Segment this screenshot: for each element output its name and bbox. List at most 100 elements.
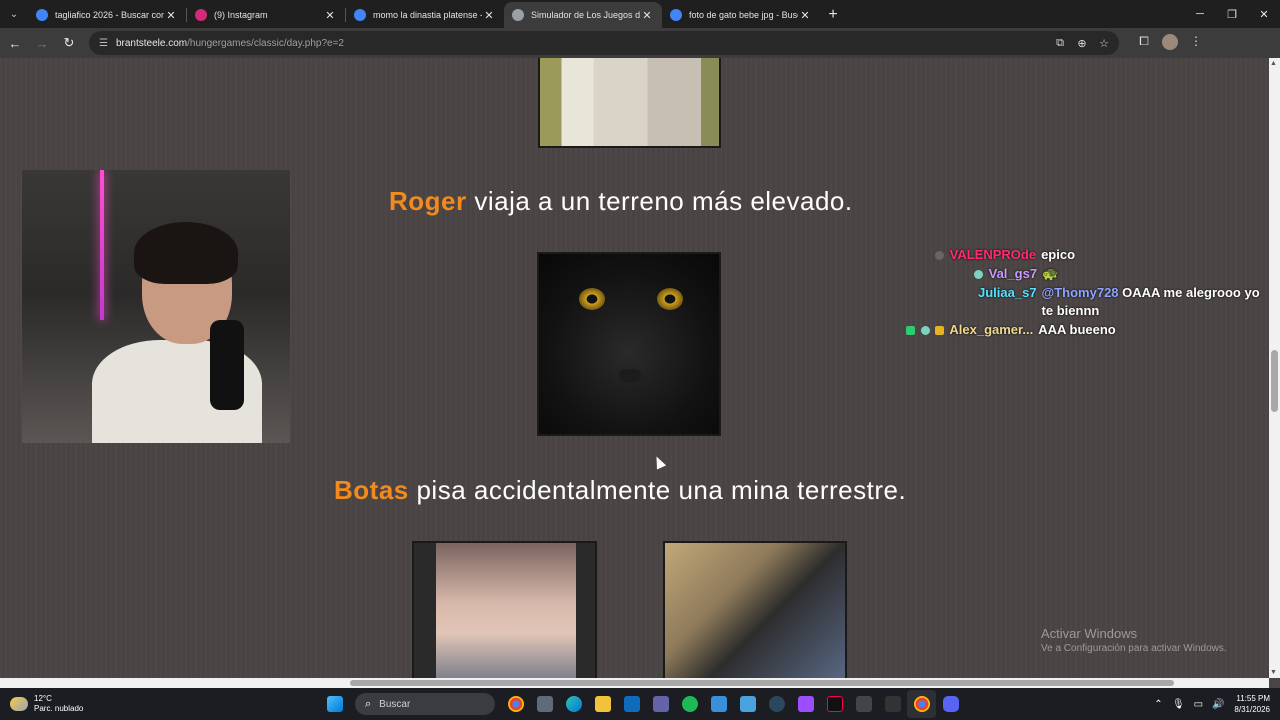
scroll-up-icon[interactable]: ▲: [1270, 60, 1277, 67]
app-icon: [855, 696, 872, 712]
scrollbar-thumb[interactable]: [1271, 350, 1278, 412]
translate-icon[interactable]: ⧉: [1049, 37, 1071, 50]
site-info-icon[interactable]: ☰: [99, 38, 108, 49]
discord-taskbar-icon[interactable]: [936, 690, 965, 718]
spotify-taskbar-icon[interactable]: [675, 690, 704, 718]
tab-4[interactable]: foto de gato bebe jpg - Buscar ✕: [662, 2, 820, 28]
close-tab-icon[interactable]: ✕: [482, 9, 496, 22]
scroll-down-icon[interactable]: ▼: [1270, 669, 1277, 676]
close-tab-icon[interactable]: ✕: [640, 9, 654, 22]
tiktok-icon: [826, 696, 843, 712]
notes-taskbar-icon[interactable]: [733, 690, 762, 718]
turtle-emote-icon: 🐢: [1042, 266, 1059, 281]
microphone: [210, 320, 244, 410]
photos-taskbar-icon[interactable]: [704, 690, 733, 718]
profile-avatar[interactable]: [1157, 33, 1183, 53]
restore-icon[interactable]: ❐: [1216, 0, 1248, 28]
event-text: viaja a un terreno más elevado.: [466, 186, 853, 216]
google-favicon-icon: [670, 9, 682, 21]
teams-taskbar-icon[interactable]: [646, 690, 675, 718]
tab-search-icon[interactable]: ⌄: [0, 0, 28, 28]
tribute-photo-girl-1: [412, 541, 597, 678]
clock[interactable]: 11:55 PM 8/31/2026: [1234, 693, 1270, 715]
vertical-scrollbar[interactable]: ▲ ▼: [1269, 58, 1280, 678]
hunger-games-page: Roger viaja a un terreno más elevado. Bo…: [0, 58, 1269, 678]
chrome-active-taskbar-icon[interactable]: [907, 690, 936, 718]
horizontal-scrollbar[interactable]: [0, 678, 1269, 688]
steam-taskbar-icon[interactable]: [762, 690, 791, 718]
tab-2[interactable]: momo la dinastia platense - Bu ✕: [346, 2, 504, 28]
chat-message: Val_gs7 🐢: [974, 265, 1268, 283]
close-window-icon[interactable]: ✕: [1248, 0, 1280, 28]
chat-badge-icon: [906, 326, 915, 336]
search-placeholder: Buscar: [379, 698, 411, 710]
tab-1[interactable]: (9) Instagram ✕: [187, 2, 345, 28]
edge-icon: [565, 696, 582, 712]
teams-icon: [652, 696, 669, 712]
steam-icon: [768, 696, 785, 712]
photos-icon: [710, 696, 727, 712]
chat-username: Juliaa_s7: [978, 285, 1037, 300]
reload-icon[interactable]: ↻: [57, 31, 81, 55]
tiktok-taskbar-icon[interactable]: [820, 690, 849, 718]
weather-text: 12°C Parc. nublado: [34, 694, 83, 714]
chat-badge-icon: [974, 270, 983, 280]
event-line-1: Roger viaja a un terreno más elevado.: [389, 186, 853, 217]
new-tab-button[interactable]: +: [820, 2, 846, 28]
outlook-taskbar-icon[interactable]: [617, 690, 646, 718]
store-taskbar-icon[interactable]: [530, 690, 559, 718]
chat-username: Alex_gamer...: [949, 322, 1034, 337]
bookmark-star-icon[interactable]: ☆: [1093, 37, 1115, 50]
windows-taskbar: 12°C Parc. nublado ⌕ Buscar ⌃ 🎙 ▭ 🔊 11:5…: [0, 688, 1280, 720]
tab-title: foto de gato bebe jpg - Buscar: [689, 10, 798, 20]
edge-taskbar-icon[interactable]: [559, 690, 588, 718]
zoom-icon[interactable]: ⊕: [1071, 37, 1093, 50]
tribute-photo-cat: [537, 252, 721, 436]
taskbar-search[interactable]: ⌕ Buscar: [355, 693, 495, 715]
address-bar[interactable]: ☰ brantsteele.com /hungergames/classic/d…: [89, 31, 1119, 55]
tab-strip: ⌄ tagliafico 2026 - Buscar con Go ✕ (9) …: [0, 0, 1280, 28]
chat-badge-icon: [920, 326, 930, 336]
menu-kebab-icon[interactable]: ⋮: [1183, 34, 1209, 53]
chat-username: VALENPROde: [949, 247, 1037, 262]
tab-title: Simulador de Los Juegos del Ha: [531, 10, 640, 20]
back-arrow-icon[interactable]: ←: [3, 31, 27, 55]
discord-icon: [942, 696, 959, 712]
tab-3-active[interactable]: Simulador de Los Juegos del Ha ✕: [504, 2, 662, 28]
epic-games-icon: [884, 696, 901, 712]
folder-icon: [594, 696, 611, 712]
tab-0[interactable]: tagliafico 2026 - Buscar con Go ✕: [28, 2, 186, 28]
chevron-up-icon[interactable]: ⌃: [1148, 699, 1168, 710]
notes-icon: [739, 696, 756, 712]
partly-cloudy-icon: [10, 697, 28, 711]
explorer-taskbar-icon[interactable]: [588, 690, 617, 718]
mic-icon[interactable]: 🎙: [1168, 699, 1188, 710]
chat-message: VALENPROde epico: [935, 246, 1268, 264]
epic-taskbar-icon[interactable]: [878, 690, 907, 718]
display-icon[interactable]: ▭: [1188, 699, 1208, 710]
chrome-icon: [913, 696, 930, 712]
chrome-taskbar-icon[interactable]: [501, 690, 530, 718]
app-taskbar-icon[interactable]: [849, 690, 878, 718]
volume-icon[interactable]: 🔊: [1208, 699, 1228, 710]
close-tab-icon[interactable]: ✕: [323, 9, 337, 22]
system-tray: ⌃ 🎙 ▭ 🔊 11:55 PM 8/31/2026: [1148, 693, 1280, 715]
close-tab-icon[interactable]: ✕: [798, 9, 812, 22]
weather-temp: 12°C: [34, 694, 52, 703]
scrollbar-thumb[interactable]: [350, 680, 1174, 686]
app-purple-taskbar-icon[interactable]: [791, 690, 820, 718]
close-tab-icon[interactable]: ✕: [164, 9, 178, 22]
window-controls: ─ ❐ ✕: [1184, 0, 1280, 28]
cat-eye-right: [657, 288, 683, 310]
instagram-favicon-icon: [195, 9, 207, 21]
start-button[interactable]: [320, 690, 349, 718]
app-icon: [797, 696, 814, 712]
chat-username: Val_gs7: [988, 266, 1038, 281]
chat-badge-icon: [935, 251, 944, 261]
forward-arrow-icon[interactable]: →: [30, 31, 54, 55]
extensions-icon[interactable]: ⧠: [1131, 34, 1157, 53]
tab-title: tagliafico 2026 - Buscar con Go: [55, 10, 164, 20]
minimize-icon[interactable]: ─: [1184, 0, 1216, 28]
weather-widget[interactable]: 12°C Parc. nublado: [0, 694, 320, 714]
url-host: brantsteele.com: [115, 37, 188, 49]
